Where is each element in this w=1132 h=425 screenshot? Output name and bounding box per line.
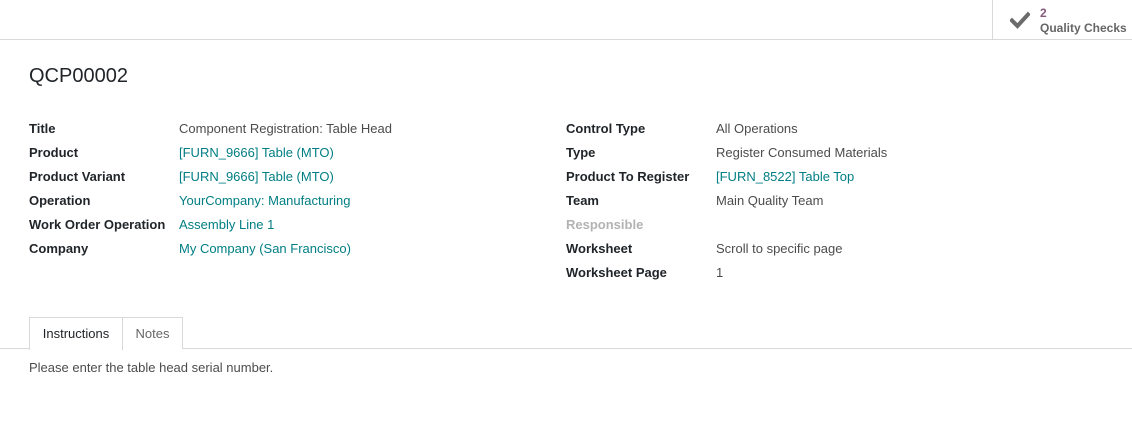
left-field-group: Title Component Registration: Table Head…: [29, 117, 549, 261]
field-label: Product To Register: [566, 169, 690, 184]
field-label: Company: [29, 241, 89, 256]
field-label: Operation: [29, 193, 91, 208]
field-worksheet-page: Worksheet Page 1: [566, 261, 1106, 285]
team-value[interactable]: Main Quality Team: [716, 189, 823, 213]
quality-checks-button[interactable]: 2 Quality Checks: [992, 0, 1132, 40]
field-product-variant: Product Variant [FURN_9666] Table (MTO): [29, 165, 549, 189]
button-box: 2 Quality Checks: [0, 0, 1132, 40]
check-icon: [1009, 11, 1031, 29]
worksheet-page-value[interactable]: 1: [716, 261, 723, 285]
control-type-value[interactable]: All Operations: [716, 117, 798, 141]
tab-notes[interactable]: Notes: [122, 317, 183, 349]
field-label: Worksheet: [566, 241, 633, 256]
company-link[interactable]: My Company (San Francisco): [179, 237, 351, 261]
instructions-text: Please enter the table head serial numbe…: [29, 360, 274, 375]
product-to-register-link[interactable]: [FURN_8522] Table Top: [716, 165, 854, 189]
field-operation: Operation YourCompany: Manufacturing: [29, 189, 549, 213]
worksheet-value[interactable]: Scroll to specific page: [716, 237, 842, 261]
field-value-title[interactable]: Component Registration: Table Head: [179, 117, 392, 141]
field-worksheet: Worksheet Scroll to specific page: [566, 237, 1106, 261]
field-label: Team: [566, 193, 599, 208]
quality-checks-label: Quality Checks: [1040, 21, 1127, 35]
product-link[interactable]: [FURN_9666] Table (MTO): [179, 141, 334, 165]
field-label: Title: [29, 121, 56, 136]
field-product-to-register: Product To Register [FURN_8522] Table To…: [566, 165, 1106, 189]
field-work-order-operation: Work Order Operation Assembly Line 1: [29, 213, 549, 237]
quality-checks-count: 2: [1040, 6, 1047, 20]
field-label: Work Order Operation: [29, 217, 166, 232]
field-control-type: Control Type All Operations: [566, 117, 1106, 141]
field-type: Type Register Consumed Materials: [566, 141, 1106, 165]
field-label: Product: [29, 145, 79, 160]
field-label: Responsible: [566, 217, 644, 232]
tab-instructions[interactable]: Instructions: [29, 317, 123, 350]
field-company: Company My Company (San Francisco): [29, 237, 549, 261]
field-team: Team Main Quality Team: [566, 189, 1106, 213]
field-responsible: Responsible: [566, 213, 1106, 237]
field-label: Product Variant: [29, 169, 126, 184]
field-label: Worksheet Page: [566, 265, 667, 280]
record-title: QCP00002: [29, 65, 128, 87]
notebook-tabs: Instructions Notes: [0, 317, 1132, 350]
work-order-operation-link[interactable]: Assembly Line 1: [179, 213, 274, 237]
field-title: Title Component Registration: Table Head: [29, 117, 549, 141]
product-variant-link[interactable]: [FURN_9666] Table (MTO): [179, 165, 334, 189]
right-field-group: Control Type All Operations Type Registe…: [566, 117, 1106, 285]
field-label: Control Type: [566, 121, 646, 136]
type-value[interactable]: Register Consumed Materials: [716, 141, 887, 165]
field-label: Type: [566, 145, 596, 160]
field-product: Product [FURN_9666] Table (MTO): [29, 141, 549, 165]
operation-link[interactable]: YourCompany: Manufacturing: [179, 189, 351, 213]
